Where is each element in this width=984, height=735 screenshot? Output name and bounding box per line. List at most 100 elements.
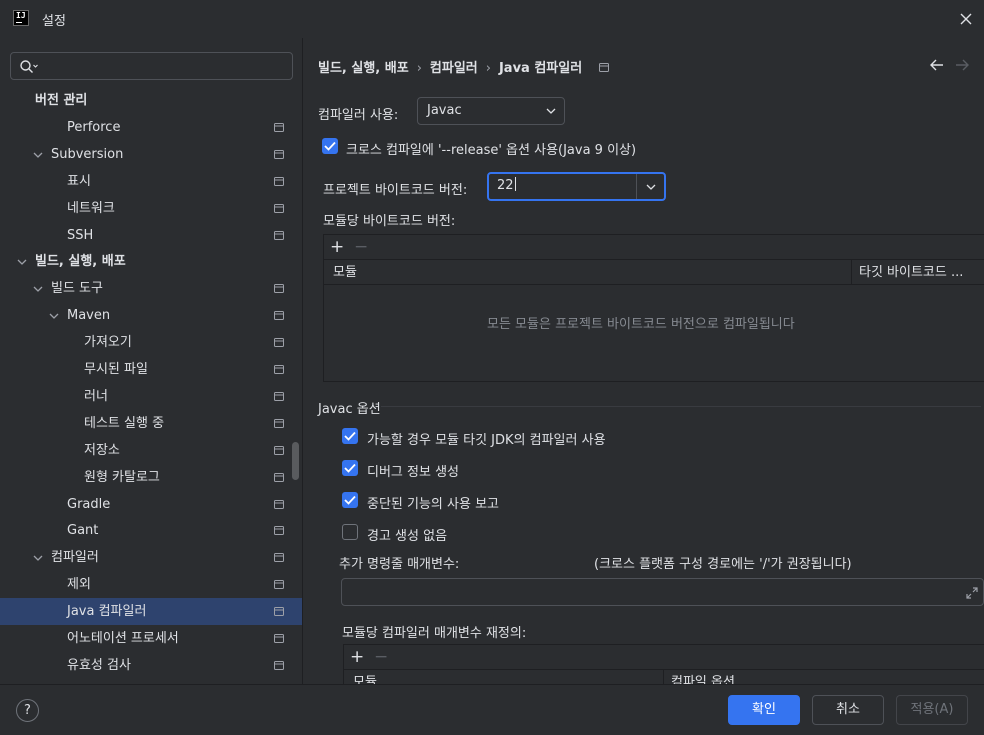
add-icon[interactable]: + (350, 649, 364, 666)
back-arrow-icon[interactable] (929, 58, 945, 72)
compiler-select[interactable]: Javac (417, 97, 565, 125)
column-header-module[interactable]: 모듈 (353, 670, 377, 684)
chevron-down-icon[interactable] (33, 553, 43, 563)
page-icon (274, 392, 284, 401)
page-icon (274, 204, 284, 213)
chevron-down-icon[interactable] (17, 257, 27, 267)
breadcrumb-item[interactable]: 빌드, 실행, 배포 (318, 61, 409, 76)
cancel-button[interactable]: 취소 (812, 695, 884, 725)
release-option-checkbox[interactable] (322, 138, 338, 154)
javac-options-title: Javac 옵션 (318, 402, 381, 417)
sidebar-item[interactable]: SSH (0, 222, 302, 249)
checkmark-icon (344, 463, 356, 473)
sidebar-item-label: 러너 (84, 389, 108, 404)
chevron-down-icon[interactable] (33, 284, 43, 294)
sidebar-item-label: 테스트 실행 중 (84, 416, 165, 431)
page-icon (274, 634, 284, 643)
sidebar-item-label: 가져오기 (84, 335, 132, 350)
close-icon[interactable] (957, 10, 975, 28)
sidebar-item-label: Gant (67, 523, 99, 538)
separator (381, 406, 981, 407)
help-icon[interactable]: ? (16, 699, 39, 722)
chevron-down-icon[interactable] (49, 311, 59, 321)
sidebar-item-label: 빌드, 실행, 배포 (35, 254, 126, 269)
sidebar-item-label: 유효성 검사 (67, 658, 131, 673)
sidebar-item-label: 네트워크 (67, 201, 115, 216)
page-icon (274, 365, 284, 374)
column-header-options[interactable]: 컴파일 옵션 (671, 670, 735, 684)
sidebar-item[interactable]: Perforce (0, 114, 302, 141)
override-table: + − 모듈 컴파일 옵션 (343, 644, 984, 684)
sidebar-item-label: Subversion (51, 147, 124, 162)
sidebar-item[interactable]: 원형 카탈로그 (0, 464, 302, 491)
option-checkbox[interactable] (342, 460, 358, 476)
column-divider[interactable] (663, 670, 664, 684)
sidebar-item[interactable]: Gant (0, 517, 302, 544)
page-icon (274, 500, 284, 509)
breadcrumb-separator-icon: › (416, 61, 422, 76)
page-icon (274, 580, 284, 589)
sidebar-item[interactable]: 저장소 (0, 437, 302, 464)
sidebar-item[interactable]: Maven (0, 302, 302, 329)
sidebar-item[interactable]: Java 컴파일러 (0, 598, 302, 625)
dialog-footer: ? 확인 취소 적용(A) (0, 684, 984, 735)
release-option-label[interactable]: 크로스 컴파일에 '--release' 옵션 사용(Java 9 이상) (346, 139, 636, 158)
expand-icon[interactable] (965, 586, 979, 600)
chevron-down-icon[interactable] (646, 183, 656, 191)
sidebar-item-label: Gradle (67, 497, 111, 512)
sidebar-item[interactable]: Subversion (0, 141, 302, 168)
ok-button[interactable]: 확인 (728, 695, 800, 725)
sidebar-item[interactable]: 유효성 검사 (0, 652, 302, 679)
page-icon (598, 63, 609, 72)
cmd-params-hint: (크로스 플랫폼 구성 경로에는 '/'가 권장됩니다) (594, 557, 852, 572)
sidebar-item[interactable]: 빌드, 실행, 배포 (0, 248, 302, 275)
sidebar-scrollbar[interactable] (292, 442, 299, 480)
sidebar-item[interactable]: 러너 (0, 383, 302, 410)
page-icon (274, 311, 284, 320)
option-label[interactable]: 디버그 정보 생성 (367, 461, 459, 480)
cmd-params-input[interactable] (341, 578, 984, 606)
column-divider[interactable] (851, 260, 852, 284)
sidebar-item[interactable]: 표시 (0, 168, 302, 195)
window-title: 설정 (42, 14, 66, 29)
chevron-down-icon (546, 108, 556, 114)
add-icon[interactable]: + (330, 239, 344, 256)
option-label[interactable]: 경고 생성 없음 (367, 525, 447, 544)
option-checkbox[interactable] (342, 524, 358, 540)
column-header-module[interactable]: 모듈 (333, 260, 357, 285)
title-bar: IJ 설정 (0, 0, 984, 38)
option-checkbox[interactable] (342, 492, 358, 508)
option-label[interactable]: 가능할 경우 모듈 타깃 JDK의 컴파일러 사용 (367, 429, 606, 448)
settings-search-input[interactable] (10, 52, 293, 80)
forward-arrow-icon[interactable] (954, 58, 970, 72)
sidebar-item[interactable]: 가져오기 (0, 329, 302, 356)
table-toolbar: + − (344, 645, 984, 669)
table-header: 모듈 타깃 바이트코드 ... (324, 259, 984, 285)
breadcrumb-item[interactable]: 컴파일러 (430, 61, 478, 76)
text-caret (514, 177, 516, 191)
project-bytecode-combo[interactable]: 22 (487, 172, 666, 201)
sidebar-item-label: 표시 (67, 174, 91, 189)
sidebar-item[interactable]: 어노테이션 프로세서 (0, 625, 302, 652)
project-bytecode-value[interactable]: 22 (497, 178, 514, 193)
page-icon (274, 338, 284, 347)
option-label[interactable]: 중단된 기능의 사용 보고 (367, 493, 499, 512)
sidebar-item[interactable]: Gradle (0, 491, 302, 518)
chevron-down-icon[interactable] (33, 150, 43, 160)
option-checkbox[interactable] (342, 428, 358, 444)
page-icon (274, 177, 284, 186)
sidebar-item-label: Perforce (67, 120, 121, 135)
apply-button[interactable]: 적용(A) (896, 695, 968, 725)
sidebar-item[interactable]: 버전 관리 (0, 87, 302, 114)
sidebar-item[interactable]: 빌드 도구 (0, 275, 302, 302)
sidebar-item[interactable]: 제외 (0, 571, 302, 598)
sidebar-item[interactable]: 테스트 실행 중 (0, 410, 302, 437)
page-icon (274, 553, 284, 562)
sidebar-item[interactable]: 네트워크 (0, 195, 302, 222)
sidebar-item-label: 버전 관리 (35, 93, 88, 108)
sidebar-item-label: Java 컴파일러 (67, 604, 147, 619)
sidebar-item[interactable]: 무시된 파일 (0, 356, 302, 383)
column-header-target[interactable]: 타깃 바이트코드 ... (859, 260, 963, 285)
sidebar-item[interactable]: 컴파일러 (0, 544, 302, 571)
compiler-label: 컴파일러 사용: (318, 108, 399, 123)
